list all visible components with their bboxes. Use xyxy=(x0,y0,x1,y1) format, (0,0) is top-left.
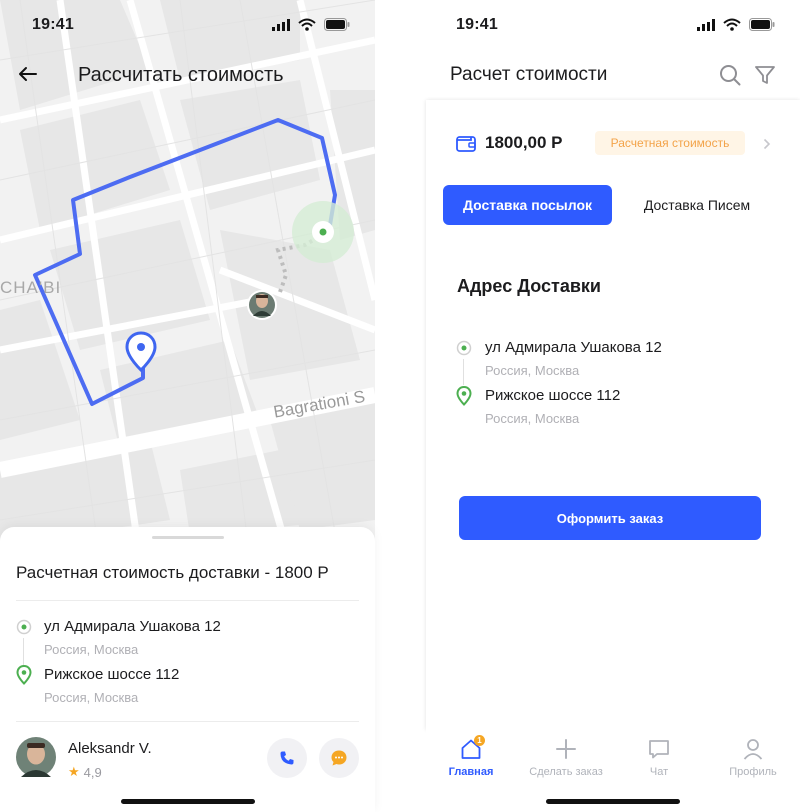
divider xyxy=(16,600,359,601)
from-address: ул Адмирала Ушакова 12 xyxy=(485,339,662,356)
plus-icon xyxy=(556,739,576,759)
call-button[interactable] xyxy=(267,738,307,778)
nav-profile-label: Профиль xyxy=(729,766,777,778)
courier-rating: 4,9 xyxy=(83,764,102,780)
search-icon[interactable] xyxy=(719,64,741,86)
destination-pin-icon xyxy=(456,386,472,406)
nav-profile[interactable]: Профиль xyxy=(708,738,798,778)
nav-home-label: Главная xyxy=(448,766,494,778)
nav-make-order[interactable]: Сделать заказ xyxy=(521,738,611,778)
divider xyxy=(16,721,359,722)
destination-pin-icon xyxy=(16,665,32,685)
tab-parcels[interactable]: Доставка посылок xyxy=(443,185,612,225)
nav-home[interactable]: Главная 1 xyxy=(426,735,516,778)
to-address: Рижское шоссе 112 xyxy=(485,387,621,404)
message-button[interactable] xyxy=(319,738,359,778)
order-button[interactable]: Оформить заказ xyxy=(459,496,761,540)
wifi-icon xyxy=(298,18,316,31)
tab-letters[interactable]: Доставка Писем xyxy=(626,185,768,225)
filter-icon[interactable] xyxy=(754,64,776,86)
price-value: 1800,00 Р xyxy=(485,133,563,152)
signal-icon xyxy=(272,19,290,31)
profile-icon xyxy=(743,739,763,760)
content-card: 1800,00 Р Расчетная стоимость Доставка п… xyxy=(426,100,800,730)
status-bar: 19:41 xyxy=(426,0,800,50)
home-indicator xyxy=(546,799,680,804)
page-title: Рассчитать стоимость xyxy=(78,64,284,86)
nav-make-order-label: Сделать заказ xyxy=(529,766,603,778)
courier-rating-row: ★ 4,9 xyxy=(68,764,102,780)
phone-icon xyxy=(280,751,294,765)
status-bar: 19:41 xyxy=(0,0,375,50)
battery-icon xyxy=(324,18,350,31)
bottom-nav: Главная 1 Сделать заказ Чат Профиль xyxy=(426,730,800,812)
price-badge: Расчетная стоимость xyxy=(595,131,745,155)
battery-icon xyxy=(749,18,775,31)
status-time: 19:41 xyxy=(456,16,498,33)
signal-icon xyxy=(697,19,715,31)
chevron-right-icon[interactable] xyxy=(763,138,771,150)
bottom-sheet: Расчетная стоимость доставки - 1800 Р ул… xyxy=(0,527,375,812)
status-time: 19:41 xyxy=(32,16,74,33)
route-connector xyxy=(23,638,24,666)
origin-dot-icon xyxy=(456,340,472,356)
to-sub: Россия, Москва xyxy=(485,411,580,426)
from-sub: Россия, Москва xyxy=(44,642,139,657)
star-icon: ★ xyxy=(68,764,80,779)
chat-bubble-icon xyxy=(331,750,347,766)
chat-icon xyxy=(649,740,669,759)
sheet-grabber[interactable] xyxy=(152,536,224,539)
route-connector xyxy=(463,359,464,385)
to-sub: Россия, Москва xyxy=(44,690,139,705)
left-screen: CHA'BI Bagrationi S 19:41 Рассчитать сто… xyxy=(0,0,375,812)
nav-chat[interactable]: Чат xyxy=(614,738,704,778)
section-title: Адрес Доставки xyxy=(457,276,601,296)
sheet-title: Расчетная стоимость доставки - 1800 Р xyxy=(16,563,329,582)
from-sub: Россия, Москва xyxy=(485,363,580,378)
origin-dot-icon xyxy=(16,619,32,635)
courier-name: Aleksandr V. xyxy=(68,740,152,757)
page-title: Расчет стоимости xyxy=(450,64,608,85)
back-arrow-icon[interactable] xyxy=(18,66,38,82)
nav-home-badge: 1 xyxy=(474,735,485,746)
home-indicator xyxy=(121,799,255,804)
wifi-icon xyxy=(723,18,741,31)
courier-avatar[interactable] xyxy=(16,737,56,777)
to-address: Рижское шоссе 112 xyxy=(44,666,180,683)
wallet-icon xyxy=(456,136,476,152)
from-address: ул Адмирала Ушакова 12 xyxy=(44,618,221,635)
map-district-label: CHA'BI xyxy=(0,278,62,297)
nav-chat-label: Чат xyxy=(649,766,669,778)
